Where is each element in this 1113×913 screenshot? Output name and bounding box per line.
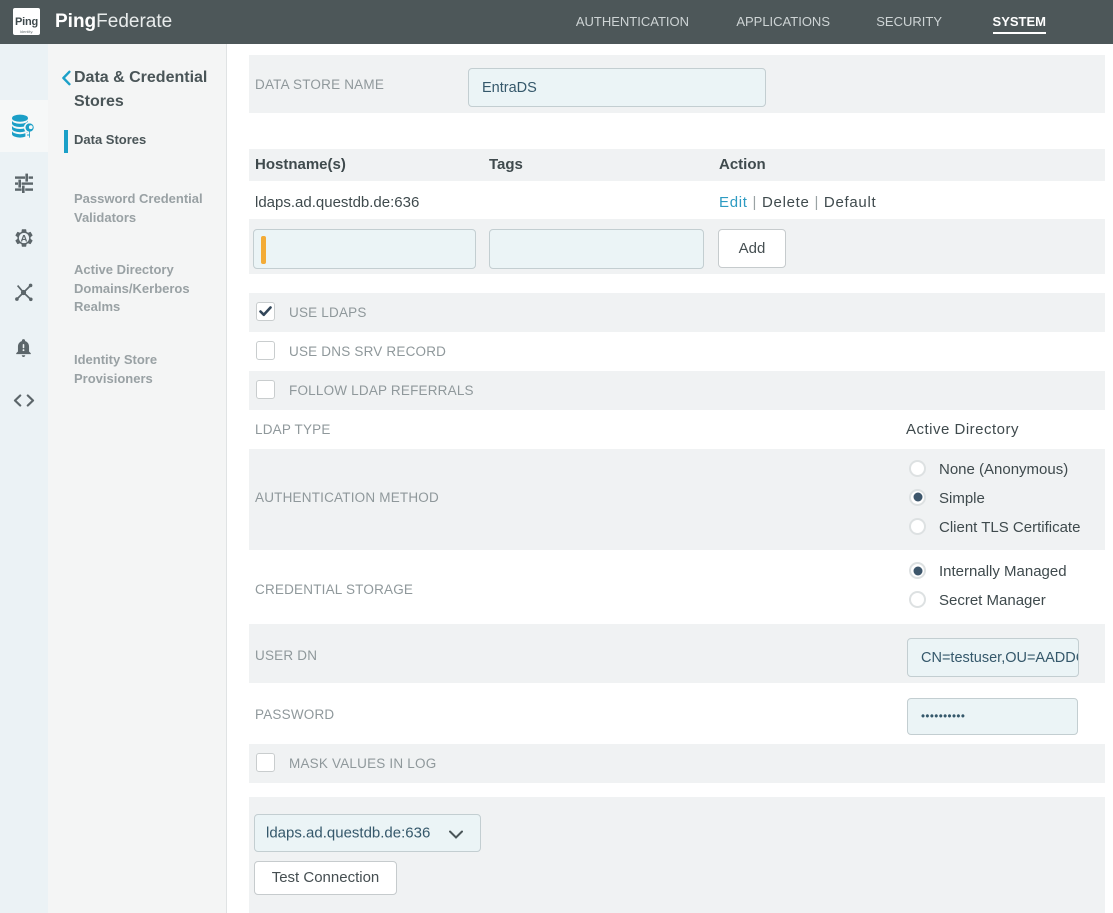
svg-text:A: A (21, 233, 28, 244)
